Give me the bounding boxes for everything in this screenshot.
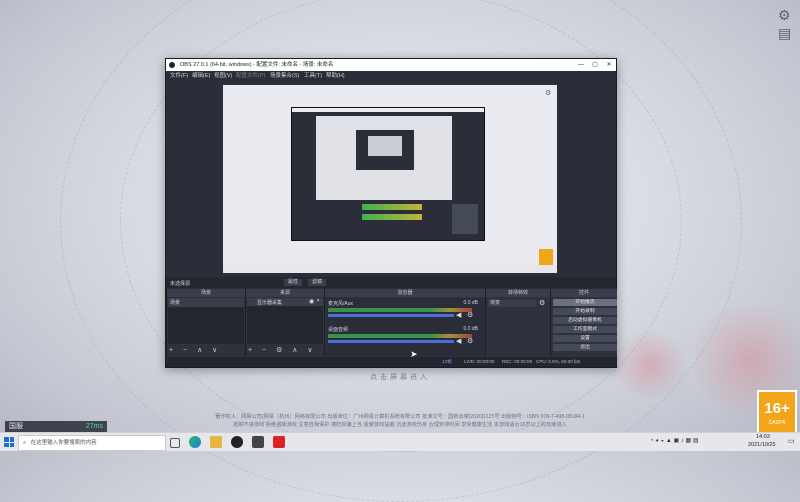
- studio-mode-button[interactable]: 工作室模式: [553, 326, 617, 333]
- menu-profile[interactable]: 配置文件(P): [236, 71, 265, 81]
- age-rating-badge: 16+ CADPA: [757, 390, 797, 438]
- file-explorer-icon[interactable]: [210, 436, 222, 448]
- volume-meter: [328, 334, 472, 338]
- volume-slider[interactable]: [328, 340, 454, 343]
- source-toolbar: 未选择源 属性 滤镜: [166, 277, 616, 288]
- track-settings-gear-icon[interactable]: ⚙: [467, 311, 473, 319]
- track-db: 0.0 dB: [463, 326, 478, 332]
- region-label: 国服: [9, 423, 23, 430]
- speaker-icon[interactable]: ◀: [456, 311, 461, 319]
- copyright-notice: 著作权人：网易公司(网易（杭州）网络有限公司 出版单位：广州网易计算机系统有限公…: [0, 413, 800, 429]
- preview-gear-icon: ⚙: [545, 90, 552, 97]
- preview-canvas[interactable]: ⚙: [223, 85, 557, 273]
- exit-button[interactable]: 退出: [553, 344, 617, 351]
- age-rating-text: 16+: [764, 400, 790, 417]
- lock-icon[interactable]: ▪: [317, 298, 319, 304]
- track-name: 桌面音频: [328, 327, 349, 333]
- game-taskbar-icon[interactable]: [273, 436, 285, 448]
- start-recording-button[interactable]: 开始录制: [553, 308, 617, 315]
- minimize-button[interactable]: —: [574, 59, 588, 71]
- menu-view[interactable]: 视图(V): [214, 71, 232, 81]
- transitions-header: 转场特效: [486, 289, 550, 297]
- search-icon: ⌕: [23, 440, 27, 446]
- transitions-dock: 转场特效 渐变 ⚙: [485, 289, 550, 357]
- copyright-line: 抵制不良游戏 拒绝盗版游戏 注意自我保护 谨防受骗上当 适度游戏益脑 沉迷游戏伤…: [233, 422, 567, 428]
- transition-gear-icon[interactable]: ⚙: [539, 299, 545, 307]
- obs-titlebar: OBS 27.0.1 (64-bit, windows) - 配置文件: 未命名…: [166, 59, 616, 71]
- obs-statusbar: 12帧 LIVE: 00:00:00 REC: 00:00:00 CPU: 0.…: [166, 357, 616, 367]
- tray-icons[interactable]: ◔ ◕ ◒ ▲ ▣ ♪ ▦ ▤: [650, 437, 699, 444]
- app-taskbar-icon[interactable]: [252, 436, 264, 448]
- edge-browser-icon[interactable]: [189, 436, 201, 448]
- mixer-header: 混音器: [325, 289, 485, 297]
- scenes-header: 场景: [167, 289, 245, 297]
- controls-header: 控件: [551, 289, 617, 297]
- track-name: 麦克风/Aux: [328, 301, 354, 307]
- mixer-dock: 混音器 麦克风/Aux 0.0 dB ◀ ⚙ 桌面音频 0.0 dB ◀ ⚙: [324, 289, 485, 357]
- sources-list: 显示器采集 ◉ ▪: [247, 298, 323, 344]
- mixer-body: 麦克风/Aux 0.0 dB ◀ ⚙ 桌面音频 0.0 dB ◀ ⚙: [326, 298, 484, 356]
- server-region-panel[interactable]: 国服 27ms: [5, 421, 107, 432]
- volume-slider[interactable]: [328, 314, 454, 317]
- age-rating-sub: CADPA: [768, 420, 786, 426]
- copyright-line: 著作权人：网易公司(网易（杭州）网络有限公司 出版单位：广州网易计算机系统有限公…: [215, 414, 585, 420]
- menu-file[interactable]: 文件(F): [170, 71, 188, 81]
- window-title: OBS 27.0.1 (64-bit, windows) - 配置文件: 未命名…: [180, 62, 334, 68]
- controls-dock: 控件 开始推流 开始录制 启动虚拟摄像机 工作室模式 设置 退出: [550, 289, 617, 357]
- volume-meter: [328, 308, 472, 312]
- sources-toolbar[interactable]: + − ⚙ ∧ ∨: [248, 347, 316, 355]
- obs-window: OBS 27.0.1 (64-bit, windows) - 配置文件: 未命名…: [165, 58, 617, 368]
- virtual-camera-button[interactable]: 启动虚拟摄像机: [553, 317, 617, 324]
- taskbar-search-input[interactable]: ⌕ 在这里输入你要搜索的内容: [18, 435, 166, 451]
- close-button[interactable]: ✕: [602, 59, 616, 71]
- windows-start-icon[interactable]: [4, 437, 14, 447]
- preview-nested-taskbar: [223, 265, 557, 273]
- ping-value: 27ms: [85, 423, 103, 430]
- menu-help[interactable]: 帮助(H): [326, 71, 345, 81]
- mixer-track: 麦克风/Aux 0.0 dB ◀ ⚙: [328, 300, 478, 322]
- mouse-cursor-icon: ➤: [410, 349, 418, 359]
- announcement-icon[interactable]: ▤: [778, 26, 791, 40]
- task-view-icon[interactable]: [170, 438, 180, 448]
- dropped-frames: 12帧: [442, 359, 452, 364]
- obs-logo-icon: [169, 62, 175, 68]
- properties-button[interactable]: 属性: [284, 279, 303, 286]
- mixer-track: 桌面音频 0.0 dB ◀ ⚙: [328, 326, 478, 348]
- preview-nested-obs: [291, 107, 485, 241]
- track-settings-gear-icon[interactable]: ⚙: [467, 337, 473, 345]
- click-to-enter-text[interactable]: 点击屏幕进入: [340, 372, 460, 382]
- live-timer: LIVE: 00:00:00: [464, 359, 495, 364]
- cpu-fps: CPU: 0.5%, 60.00 fps: [536, 359, 581, 364]
- menu-tools[interactable]: 工具(T): [304, 71, 322, 81]
- maximize-button[interactable]: ▢: [588, 59, 602, 71]
- start-streaming-button[interactable]: 开始推流: [553, 299, 617, 306]
- eye-icon[interactable]: ◉: [309, 298, 314, 305]
- sources-dock: 来源 显示器采集 ◉ ▪ + − ⚙ ∧ ∨: [245, 289, 324, 357]
- scenes-list: 场景: [168, 298, 244, 344]
- menu-bar: 文件(F) 编辑(E) 视图(V) 配置文件(P) 场景集合(S) 工具(T) …: [166, 71, 616, 81]
- rec-timer: REC: 00:00:00: [502, 359, 533, 364]
- scene-item[interactable]: 场景: [168, 298, 244, 307]
- speaker-icon[interactable]: ◀: [456, 337, 461, 345]
- notification-icon[interactable]: ▭: [788, 437, 795, 445]
- search-placeholder: 在这里输入你要搜索的内容: [30, 440, 97, 446]
- menu-edit[interactable]: 编辑(E): [192, 71, 210, 81]
- obs-taskbar-icon[interactable]: [231, 436, 243, 448]
- settings-gear-icon[interactable]: ⚙: [778, 8, 791, 22]
- transition-select[interactable]: 渐变: [488, 300, 536, 307]
- clock-time[interactable]: 14:03: [756, 434, 770, 440]
- settings-button[interactable]: 设置: [553, 335, 617, 342]
- filters-button[interactable]: 滤镜: [308, 279, 327, 286]
- scenes-dock: 场景 场景 + − ∧ ∨: [166, 289, 245, 357]
- clock-date[interactable]: 2021/10/25: [748, 442, 776, 448]
- no-source-label: 未选择源: [170, 281, 191, 287]
- source-item[interactable]: 显示器采集: [257, 299, 282, 306]
- sources-header: 来源: [246, 289, 324, 297]
- menu-scene-collection[interactable]: 场景集合(S): [270, 71, 299, 81]
- decor-flower: [610, 330, 690, 400]
- windows-taskbar: ⌕ 在这里输入你要搜索的内容 ◔ ◕ ◒ ▲ ▣ ♪ ▦ ▤ 14:03 202…: [0, 432, 800, 451]
- track-db: 0.0 dB: [463, 300, 478, 306]
- scenes-toolbar[interactable]: + − ∧ ∨: [169, 347, 221, 355]
